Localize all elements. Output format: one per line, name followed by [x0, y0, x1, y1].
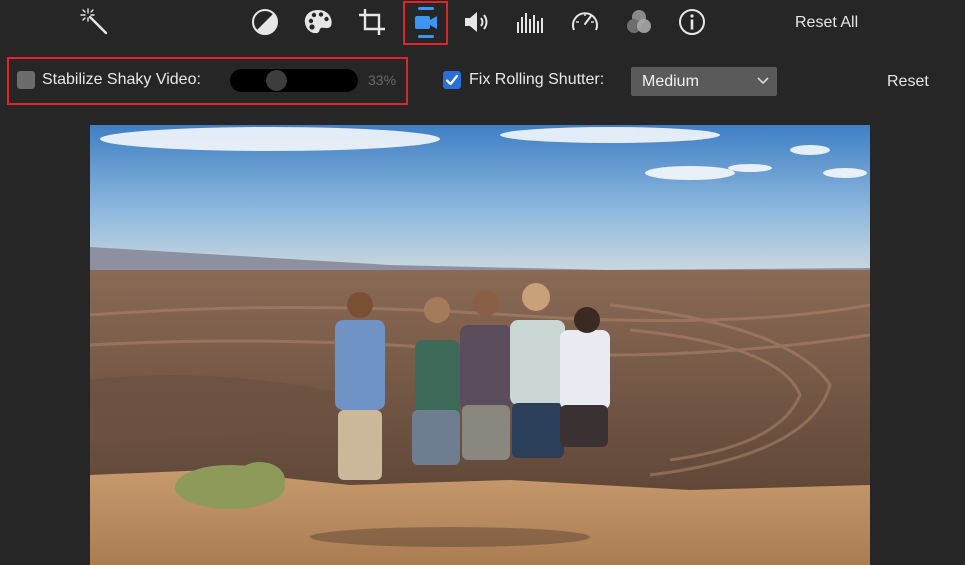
volume-button[interactable]: [460, 4, 496, 40]
stabilize-label: Stabilize Shaky Video:: [42, 71, 201, 88]
speed-button[interactable]: [567, 4, 603, 40]
chevron-down-icon: [757, 77, 769, 85]
filter-circles-icon: [627, 10, 651, 33]
rolling-shutter-level-value: Medium: [642, 73, 699, 90]
crop-button[interactable]: [354, 4, 390, 40]
app-window: Reset All Stabilize Shaky Video: 33% Fix…: [0, 0, 965, 565]
color-balance-icon: [252, 9, 278, 35]
stabilization-button[interactable]: [403, 1, 448, 45]
video-viewer[interactable]: [90, 125, 870, 565]
slider-knob[interactable]: [265, 70, 287, 91]
video-camera-icon: [414, 7, 437, 38]
enhance-button[interactable]: [77, 4, 113, 40]
magic-wand-icon: [80, 8, 108, 35]
equalizer-icon: [517, 13, 543, 33]
video-frame-image: [90, 125, 870, 565]
palette-icon: [304, 10, 332, 34]
adjustments-toolbar: Reset All: [0, 0, 965, 46]
speaker-icon: [465, 12, 488, 32]
rolling-shutter-checkbox[interactable]: [443, 71, 461, 89]
rolling-shutter-level-select[interactable]: Medium: [631, 67, 777, 96]
info-icon: [679, 9, 705, 35]
color-balance-button[interactable]: [247, 4, 283, 40]
stabilization-options: Stabilize Shaky Video: 33% Fix Rolling S…: [0, 56, 965, 106]
stabilize-amount-value: 33%: [368, 72, 397, 88]
crop-icon: [359, 9, 385, 35]
stabilize-amount-slider[interactable]: [230, 69, 358, 92]
rolling-shutter-label: Fix Rolling Shutter:: [469, 71, 605, 88]
checkmark-icon: [445, 74, 459, 86]
noise-reduction-button[interactable]: [513, 4, 549, 40]
reset-all-button[interactable]: Reset All: [795, 14, 858, 32]
info-button[interactable]: [674, 4, 710, 40]
clip-filter-button[interactable]: [621, 4, 657, 40]
reset-button[interactable]: Reset: [887, 73, 929, 91]
stabilize-checkbox[interactable]: [17, 71, 35, 89]
color-correction-button[interactable]: [300, 4, 336, 40]
speedometer-icon: [572, 12, 598, 31]
